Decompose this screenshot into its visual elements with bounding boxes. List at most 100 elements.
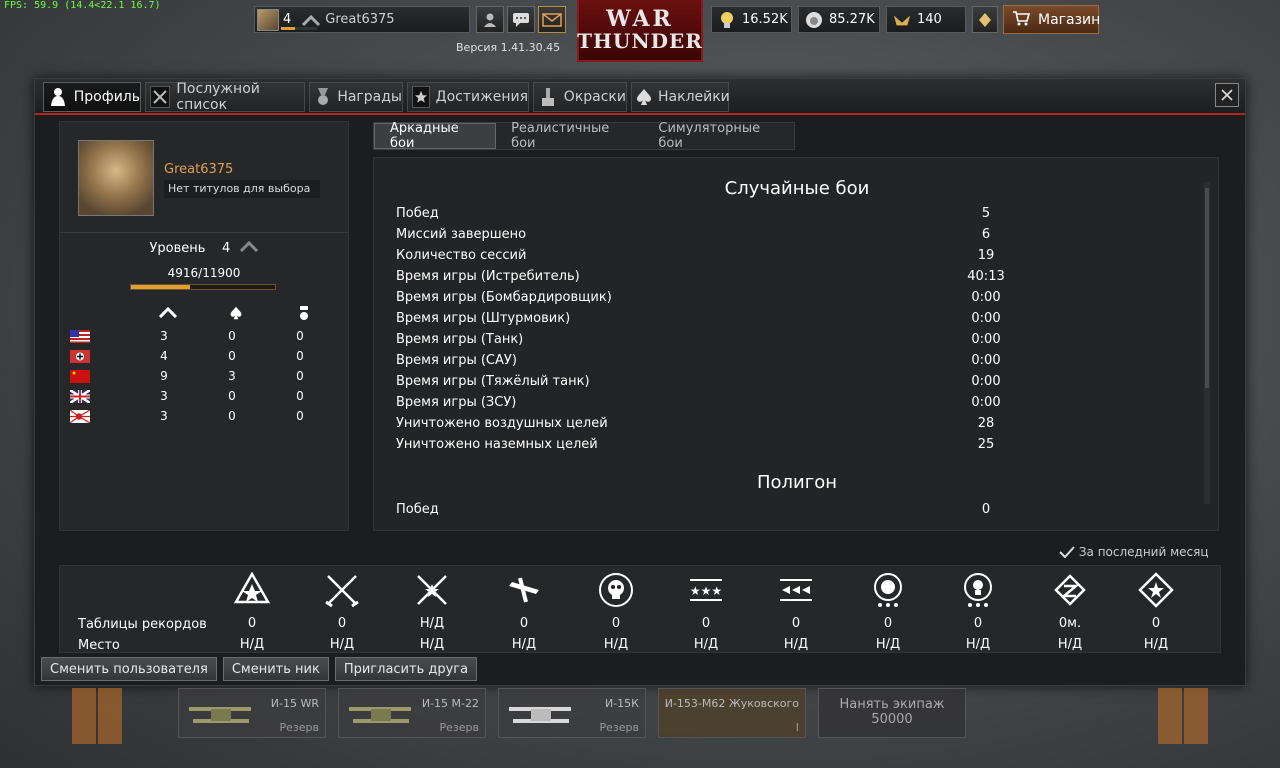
mail-button[interactable] [538,6,566,33]
leaderboard-column[interactable]: 0 Н/Д [494,570,554,652]
friends-button[interactable] [476,6,504,33]
leaderboard-column[interactable]: ★★★ 0 Н/Д [676,570,736,652]
leaderboard-value: 0 [701,616,711,631]
stats-scrollbar[interactable] [1204,182,1210,504]
profile-name: Great6375 [164,162,234,177]
hire-crew-slot[interactable]: Нанять экипаж 50000 [818,688,966,738]
vehicle-name: И-15 М-22 [421,697,479,710]
country-row-usa: 3 0 0 [60,326,348,346]
game-logo: WAR THUNDER [577,0,703,62]
invite-friend-button[interactable]: Пригласить друга [334,657,478,681]
level-value: 4 [221,241,231,256]
leaderboard-place: Н/Д [511,637,537,652]
vehicle-slot[interactable]: И-15К Резерв [498,688,646,738]
leaderboard-place: Н/Д [1057,637,1083,652]
spade-icon [637,89,651,105]
stat-row: Время игры (Танк) 0:00 [396,332,1016,353]
leaderboard-column[interactable]: Н/Д Н/Д [402,570,462,652]
vehicle-status: Резерв [599,721,639,734]
leaderboard-column[interactable]: 0 Н/Д [766,570,826,652]
tab-profile-label: Профиль [73,89,140,105]
country-stats-table: 3 0 0 4 0 0 9 3 0 3 0 0 3 0 0 [60,306,348,426]
diamond-icon [979,12,991,27]
switch-user-button[interactable]: Сменить пользователя [41,657,217,681]
crossed-swords-star-icon [414,572,450,608]
leaderboard-value: 0 [1151,616,1161,631]
bottom-buttons: Сменить пользователя Сменить ник Приглас… [41,657,478,681]
stat-label: Время игры (Танк) [396,332,524,347]
leaderboard-column[interactable]: 0м. Н/Д [1040,570,1100,652]
rank-chevron-icon [302,14,321,26]
section-title-random-battles: Случайные бои [724,178,870,199]
shop-button[interactable]: Магазин [1003,5,1100,34]
country-value: 0 [296,389,304,403]
crew-marker-left [72,688,96,744]
stat-value: 0:00 [971,374,1001,389]
tab-skins[interactable]: Окраски [533,82,627,112]
lightbulb-icon [721,11,733,28]
country-value: 9 [160,369,168,383]
leaderboard-column[interactable]: 0 Н/Д [858,570,918,652]
research-points-balance[interactable]: 85.27K [798,6,880,33]
tab-realistic[interactable]: Реалистичные бои [496,121,643,151]
leaderboard-place: Н/Д [783,637,809,652]
britain-flag-icon [70,390,90,403]
leaderboard-value: 0м. [1058,616,1082,631]
level-row: Уровень 4 [60,240,348,256]
vehicle-status: Резерв [279,721,319,734]
tab-decals[interactable]: Наклейки [631,82,730,112]
country-value: 3 [160,389,168,403]
change-nick-button[interactable]: Сменить ник [222,657,329,681]
leaderboard-place: Н/Д [693,637,719,652]
avatar[interactable] [78,140,154,216]
tab-simulator[interactable]: Симуляторные бои [643,121,794,151]
stat-row: Время игры (Штурмовик) 0:00 [396,311,1016,332]
stat-value: 25 [977,437,995,452]
player-level: 4 [283,12,292,27]
stat-label: Время игры (Истребитель) [396,269,580,284]
country-value: 0 [228,349,236,363]
chat-button[interactable] [507,6,535,33]
tab-achievements[interactable]: Достижения [407,82,529,112]
profile-tabs: Профиль Послужной список Награды Достиже… [35,79,1245,115]
player-badge[interactable]: 4 Great6375 [254,6,470,33]
leaderboard-column[interactable]: 0 Н/Д [1126,570,1186,652]
tab-service-record[interactable]: Послужной список [145,81,305,113]
vehicle-slot[interactable]: И-153-М62 Жуковского I [658,688,806,738]
vehicle-name: И-15 WR [270,697,319,710]
country-value: 0 [228,409,236,423]
player-level-progress [281,27,317,30]
last-month-label: За последний месяц [1078,545,1209,559]
tab-arcade[interactable]: Аркадные бои [374,121,497,151]
title-select[interactable]: Нет титулов для выбора [164,180,320,198]
bulb-icon [960,572,996,608]
country-value: 0 [296,329,304,343]
clock-badge-icon [1052,572,1088,608]
vehicle-slot[interactable]: И-15 WR Резерв [178,688,326,738]
stat-value: 0 [981,502,991,517]
skull-icon [598,572,634,608]
vehicle-slot[interactable]: И-15 М-22 Резерв [338,688,486,738]
stat-label: Побед [396,502,439,517]
hire-crew-label: Нанять экипаж [839,697,945,712]
wings-icon [778,572,814,608]
leaderboard-column[interactable]: 0 Н/Д [222,570,282,652]
tab-awards[interactable]: Награды [309,82,403,112]
leaderboard-place: Н/Д [965,637,991,652]
stat-row-partial: Побед 0 [396,502,1016,523]
leaderboard-column[interactable]: 0 Н/Д [312,570,372,652]
silver-lions-balance[interactable]: 16.52K [711,6,792,33]
premium-button[interactable] [972,6,998,33]
usa-flag-icon [70,330,90,343]
top-bar: 4 Great6375 WAR THUNDER 16.52K 85.27K 14… [0,0,1280,62]
golden-eagles-balance[interactable]: 140 [886,6,966,33]
xp-progress-fill [131,285,191,289]
soldier-icon [50,88,65,106]
leaderboard-column[interactable]: 0 Н/Д [586,570,646,652]
last-month-toggle[interactable]: За последний месяц [1059,545,1209,559]
lion-icon [870,572,906,608]
stats-panel[interactable]: Случайные бои Побед 5 Миссий завершено 6 Кол… [373,157,1219,531]
close-button[interactable] [1215,83,1239,107]
tab-profile[interactable]: Профиль [43,82,141,112]
leaderboard-column[interactable]: 0 Н/Д [948,570,1008,652]
